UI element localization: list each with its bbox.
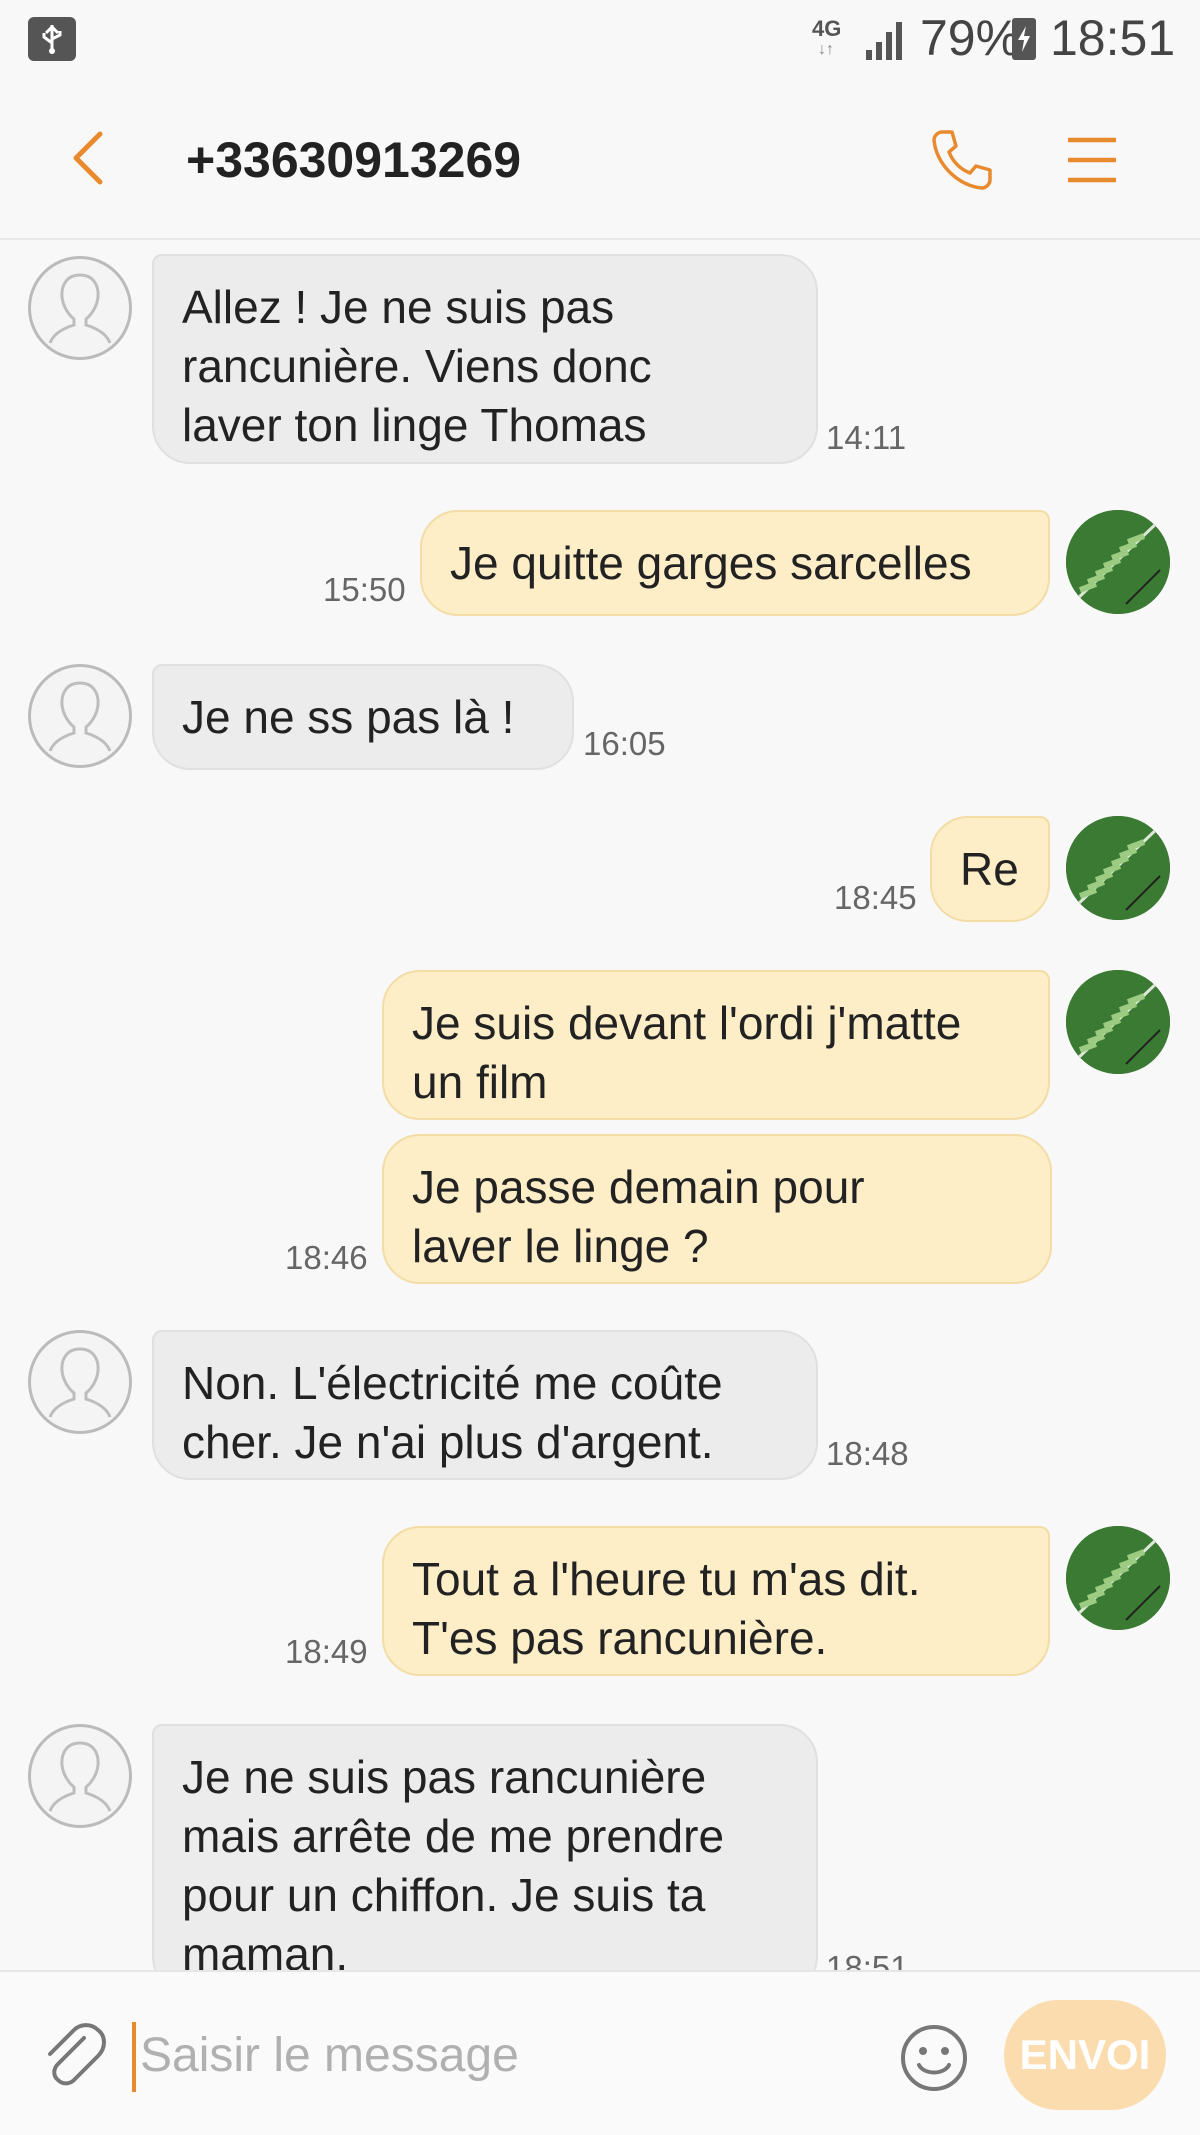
message-text: un film — [412, 1056, 548, 1108]
message-text: maman. — [182, 1928, 349, 1970]
message-list[interactable]: Allez ! Je ne suis pas rancunière. Viens… — [0, 240, 1200, 1970]
message-text: Je passe demain pour — [412, 1161, 865, 1213]
message-text: Non. L'électricité me coûte — [182, 1357, 723, 1409]
contact-avatar[interactable] — [28, 1724, 132, 1828]
battery-charging-icon — [1012, 18, 1036, 60]
message-time: 18:48 — [826, 1435, 909, 1472]
composer-bar: ENVOI — [0, 1970, 1200, 2135]
message-text: Je suis devant l'ordi j'matte — [412, 997, 962, 1049]
message-bubble-outgoing[interactable]: Tout a l'heure tu m'as dit. T'es pas ran… — [382, 1526, 1050, 1676]
message-bubble-incoming[interactable]: Je ne ss pas là ! — [152, 664, 574, 770]
message-time: 15:50 — [323, 571, 406, 608]
smiley-icon — [901, 2025, 967, 2091]
message-bubble-incoming[interactable]: Allez ! Je ne suis pas rancunière. Viens… — [152, 254, 818, 464]
status-bar: 4G ↓↑ 79% 18:51 — [0, 0, 1200, 78]
message-time: 16:05 — [583, 725, 666, 762]
message-bubble-incoming[interactable]: Je ne suis pas rancunière mais arrête de… — [152, 1724, 818, 1970]
message-bubble-incoming[interactable]: Non. L'électricité me coûte cher. Je n'a… — [152, 1330, 818, 1480]
phone-icon — [932, 130, 992, 190]
message-text: pour un chiffon. Je suis ta — [182, 1869, 706, 1921]
message-bubble-outgoing[interactable]: Je suis devant l'ordi j'matte un film — [382, 970, 1050, 1120]
message-text: Re — [960, 843, 1019, 895]
message-text: cher. Je n'ai plus d'argent. — [182, 1416, 714, 1468]
attach-button[interactable] — [36, 2020, 108, 2092]
message-text: Je ne ss pas là ! — [182, 691, 515, 743]
my-avatar[interactable] — [1066, 510, 1170, 614]
emoji-button[interactable] — [898, 2022, 970, 2094]
call-button[interactable] — [928, 126, 996, 194]
message-bubble-outgoing[interactable]: Je quitte garges sarcelles — [420, 510, 1050, 616]
message-text: rancunière. Viens donc — [182, 340, 652, 392]
usb-icon — [28, 17, 76, 61]
my-avatar[interactable] — [1066, 1526, 1170, 1630]
menu-button[interactable] — [1064, 130, 1120, 190]
network-type: 4G — [812, 16, 842, 41]
contact-avatar[interactable] — [28, 664, 132, 768]
message-bubble-outgoing[interactable]: Re — [930, 816, 1050, 922]
message-text: laver le linge ? — [412, 1220, 709, 1272]
send-button[interactable]: ENVOI — [1004, 2000, 1166, 2110]
network-activity: ↓↑ — [818, 41, 834, 58]
message-time: 18:51 — [826, 1949, 909, 1970]
hamburger-menu-icon — [1068, 137, 1116, 183]
message-text: Allez ! Je ne suis pas — [182, 281, 615, 333]
message-text: T'es pas rancunière. — [412, 1612, 828, 1664]
battery-percent: 79% — [920, 10, 1021, 66]
signal-icon — [866, 22, 902, 60]
back-button[interactable] — [60, 128, 120, 188]
contact-avatar[interactable] — [28, 1330, 132, 1434]
message-text: Je ne suis pas rancunière — [182, 1751, 707, 1803]
chevron-left-icon — [73, 131, 103, 185]
message-bubble-outgoing[interactable]: Je passe demain pour laver le linge ? — [382, 1134, 1052, 1284]
paperclip-icon — [48, 2023, 106, 2086]
status-clock: 18:51 — [1050, 10, 1176, 66]
contact-avatar[interactable] — [28, 256, 132, 360]
message-text: Je quitte garges sarcelles — [450, 537, 972, 589]
message-input[interactable] — [134, 2014, 866, 2096]
my-avatar[interactable] — [1066, 970, 1170, 1074]
message-text: Tout a l'heure tu m'as dit. — [412, 1553, 921, 1605]
conversation-header: +33630913269 — [0, 78, 1200, 240]
message-text: laver ton linge Thomas — [182, 399, 647, 451]
message-text: mais arrête de me prendre — [182, 1810, 725, 1862]
message-time: 18:49 — [285, 1633, 368, 1670]
message-time: 14:11 — [826, 419, 907, 456]
my-avatar[interactable] — [1066, 816, 1170, 920]
contact-title: +33630913269 — [186, 132, 522, 188]
message-time: 18:45 — [834, 879, 917, 916]
message-time: 18:46 — [285, 1239, 368, 1276]
